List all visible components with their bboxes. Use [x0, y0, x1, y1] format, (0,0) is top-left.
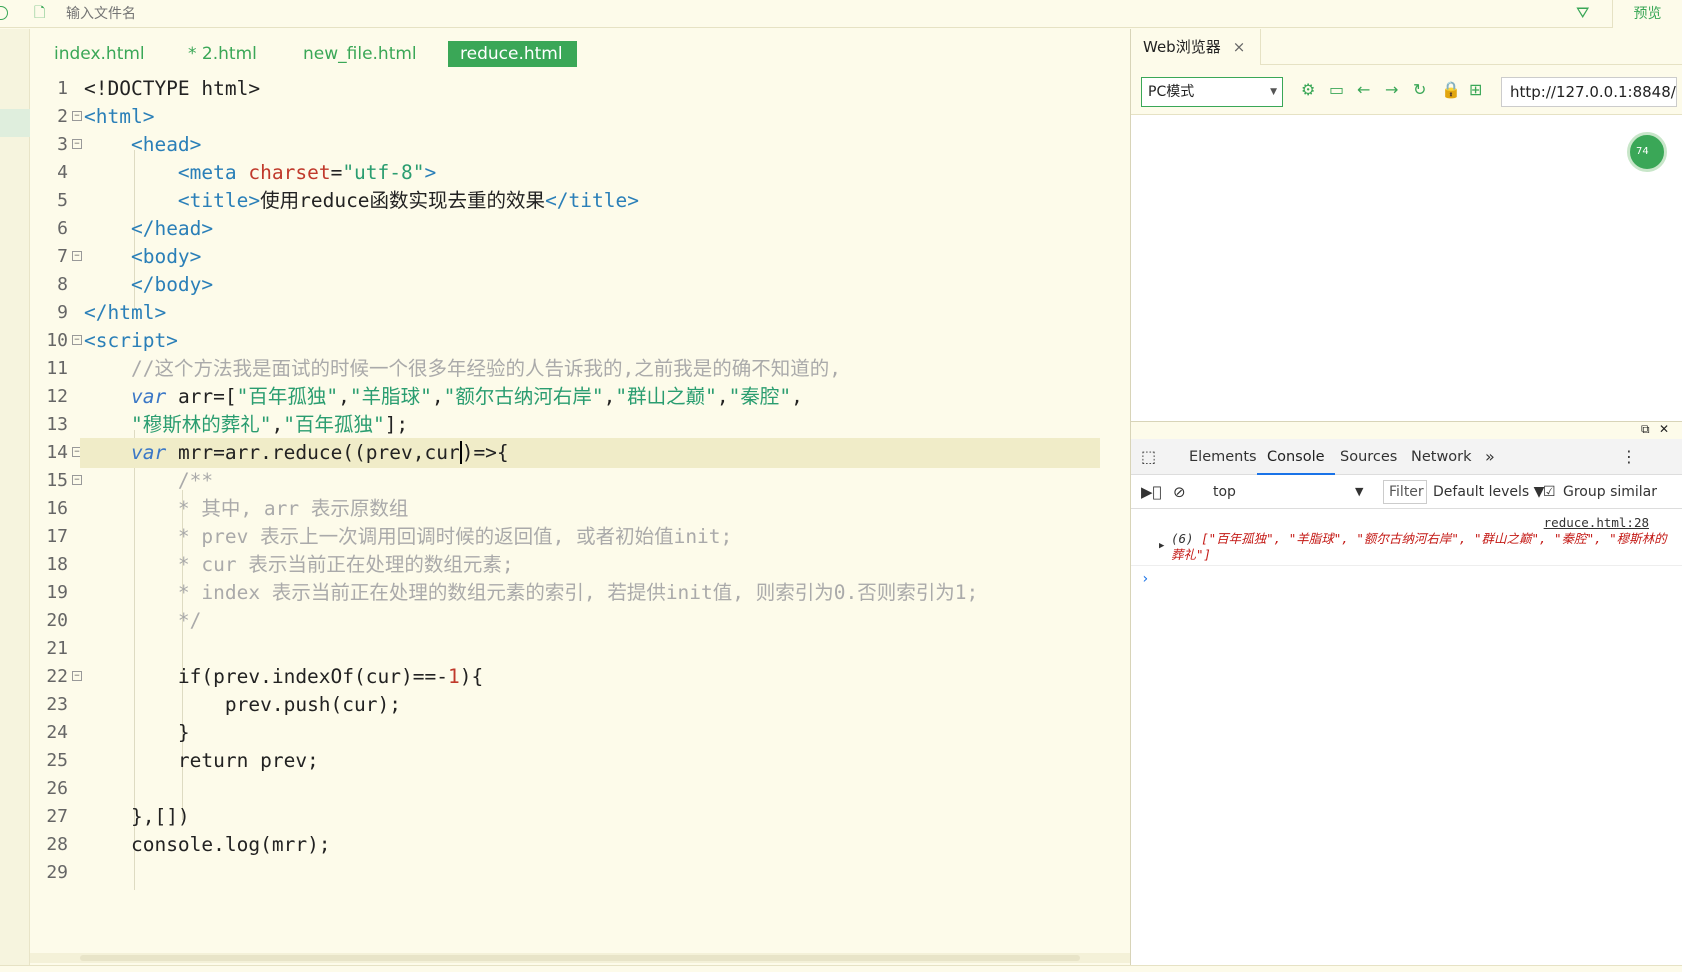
console-log-entry[interactable]: (6) ["百年孤独", "羊脂球", "额尔古纳河右岸", "群山之巅", "… [1171, 531, 1671, 563]
settings-icon[interactable]: ⚙ [1301, 77, 1315, 103]
tab-index-html[interactable]: index.html [54, 41, 145, 67]
console-toggle-icon[interactable]: ▭ [1329, 77, 1344, 103]
lock-icon[interactable]: 🔒 [1441, 77, 1461, 103]
code-editor[interactable]: 1 <!DOCTYPE html> 2− <html> 3− <head> 4 <m… [30, 70, 1130, 950]
code-line: 1 <!DOCTYPE html> [57, 77, 261, 100]
console-prompt[interactable]: › [1141, 571, 1149, 587]
back-arrow-icon[interactable]: ← [1357, 77, 1370, 103]
context-select[interactable]: top [1213, 475, 1236, 509]
browser-tab-bar: Web浏览器 × [1131, 29, 1682, 65]
group-similar-checkbox[interactable]: ☑ [1543, 475, 1556, 509]
sidebar-toggle-icon[interactable]: ▶⃞ [1141, 475, 1162, 509]
code-line: 11 //这个方法我是面试的时候一个很多年经验的人告诉我的,之前我是的确不知道的… [46, 357, 841, 380]
devtools-splitter[interactable]: ⧉ ✕ [1131, 421, 1682, 439]
url-input[interactable]: http://127.0.0.1:8848/ [1501, 77, 1677, 107]
code-line: 26 [46, 778, 68, 799]
code-line: 4 <meta charset="utf-8"> [57, 161, 437, 184]
log-levels-select[interactable]: Default levels ▼ [1433, 475, 1544, 509]
expand-triangle-icon[interactable]: ▶ [1159, 541, 1164, 551]
tab-network[interactable]: Network [1411, 439, 1472, 475]
group-similar-label: Group similar [1563, 484, 1658, 500]
code-line: 25 return prev; [46, 749, 319, 772]
code-line: 13 "穆斯林的葬礼","百年孤独"]; [46, 413, 409, 436]
tab-web-browser[interactable]: Web浏览器 × [1131, 29, 1261, 65]
log-source-link[interactable]: reduce.html:28 [1544, 515, 1649, 530]
web-browser-panel: Web浏览器 × PC模式 ▼ ⚙ ▭ ← → ↻ 🔒 ⊞ http://127.0… [1130, 29, 1682, 969]
browser-viewport[interactable]: 74 [1131, 116, 1682, 421]
tab-elements[interactable]: Elements [1189, 439, 1257, 475]
preview-button[interactable]: 预览 [1612, 0, 1682, 28]
forward-arrow-icon[interactable]: → [1385, 77, 1398, 103]
tab-console[interactable]: Console [1257, 439, 1335, 475]
code-line: 27 },[]) [46, 805, 190, 828]
more-options-icon[interactable]: ⋮ [1621, 439, 1637, 475]
close-icon[interactable]: × [1233, 38, 1246, 56]
tab-2-html[interactable]: * 2.html [188, 41, 257, 67]
file-icon: 🗋 [34, 5, 46, 21]
code-line: 16 * 其中, arr 表示原数组 [46, 497, 409, 520]
code-line: 7− <body> [57, 245, 202, 268]
code-line: 9 </html> [57, 301, 167, 324]
code-line: 23 prev.push(cur); [46, 693, 401, 716]
code-line: 2− <html> [57, 105, 155, 128]
code-line-current: 14− var mrr=arr.reduce((prev,cur)=>{ [30, 438, 1130, 468]
console-toolbar: ▶⃞ ⊘ top ▼ Filter Default levels ▼ ☑ Gro… [1131, 475, 1682, 509]
tab-new-file-html[interactable]: new_file.html [303, 41, 417, 67]
more-tabs-icon[interactable]: » [1485, 439, 1495, 475]
clear-console-icon[interactable]: ⊘ [1173, 475, 1186, 509]
console-output[interactable]: reduce.html:28 ▶ (6) ["百年孤独", "羊脂球", "额尔… [1131, 509, 1682, 969]
chevron-down-icon: ▼ [1355, 485, 1364, 498]
code-line: 20 */ [46, 609, 202, 632]
mode-select[interactable]: PC模式 ▼ [1141, 77, 1283, 107]
collapse-handle-icon[interactable] [0, 6, 8, 20]
selected-marker [0, 109, 30, 137]
console-filter-input[interactable]: Filter [1383, 480, 1427, 504]
file-search-bar: 🗋 ⛛ 预览 [0, 0, 1682, 28]
code-line: 24 } [46, 721, 190, 744]
code-line: 28 console.log(mrr); [46, 833, 331, 856]
code-line: 5 <title>使用reduce函数实现去重的效果</title> [57, 189, 639, 212]
file-search-input[interactable] [66, 4, 566, 24]
code-line: 29 [46, 862, 68, 883]
undock-icon[interactable]: ⧉ [1641, 422, 1650, 437]
inspect-element-icon[interactable]: ⬚ [1141, 439, 1156, 475]
refresh-icon[interactable]: ↻ [1413, 77, 1426, 103]
project-panel-strip [0, 29, 30, 965]
code-line: 21 [46, 638, 68, 659]
code-line: 8 </body> [57, 273, 214, 296]
tab-sources[interactable]: Sources [1340, 439, 1397, 475]
horizontal-scrollbar[interactable] [30, 953, 1130, 963]
filter-icon[interactable]: ⛛ [1576, 3, 1589, 23]
qr-code-icon[interactable]: ⊞ [1469, 77, 1482, 103]
devtools-tabs: ⬚ Elements Console Sources Network » ⋮ [1131, 439, 1682, 475]
code-line: 12 var arr=["百年孤独","羊脂球","额尔古纳河右岸","群山之巅… [46, 385, 803, 408]
code-line: 22− if(prev.indexOf(cur)==-1){ [46, 665, 484, 688]
code-line: 19 * index 表示当前正在处理的数组元素的索引, 若提供init值, 则… [46, 581, 979, 604]
tab-reduce-html[interactable]: reduce.html [448, 41, 577, 67]
code-line: 3− <head> [57, 133, 202, 156]
code-line: 10− <script> [46, 329, 178, 352]
close-devtools-icon[interactable]: ✕ [1659, 422, 1669, 436]
code-line: 6 </head> [57, 217, 214, 240]
speed-badge[interactable]: 74 [1627, 132, 1667, 172]
editor-tabs: index.html * 2.html new_file.html reduce… [30, 29, 1130, 69]
status-bar [0, 965, 1682, 972]
browser-toolbar: PC模式 ▼ ⚙ ▭ ← → ↻ 🔒 ⊞ http://127.0.0.1:884… [1131, 65, 1682, 115]
chevron-down-icon: ▼ [1270, 87, 1277, 97]
code-line: 18 * cur 表示当前正在处理的数组元素; [46, 553, 514, 576]
code-line: 15− /** [46, 469, 214, 492]
code-line: 17 * prev 表示上一次调用回调时候的返回值, 或者初始值init; [46, 525, 733, 548]
